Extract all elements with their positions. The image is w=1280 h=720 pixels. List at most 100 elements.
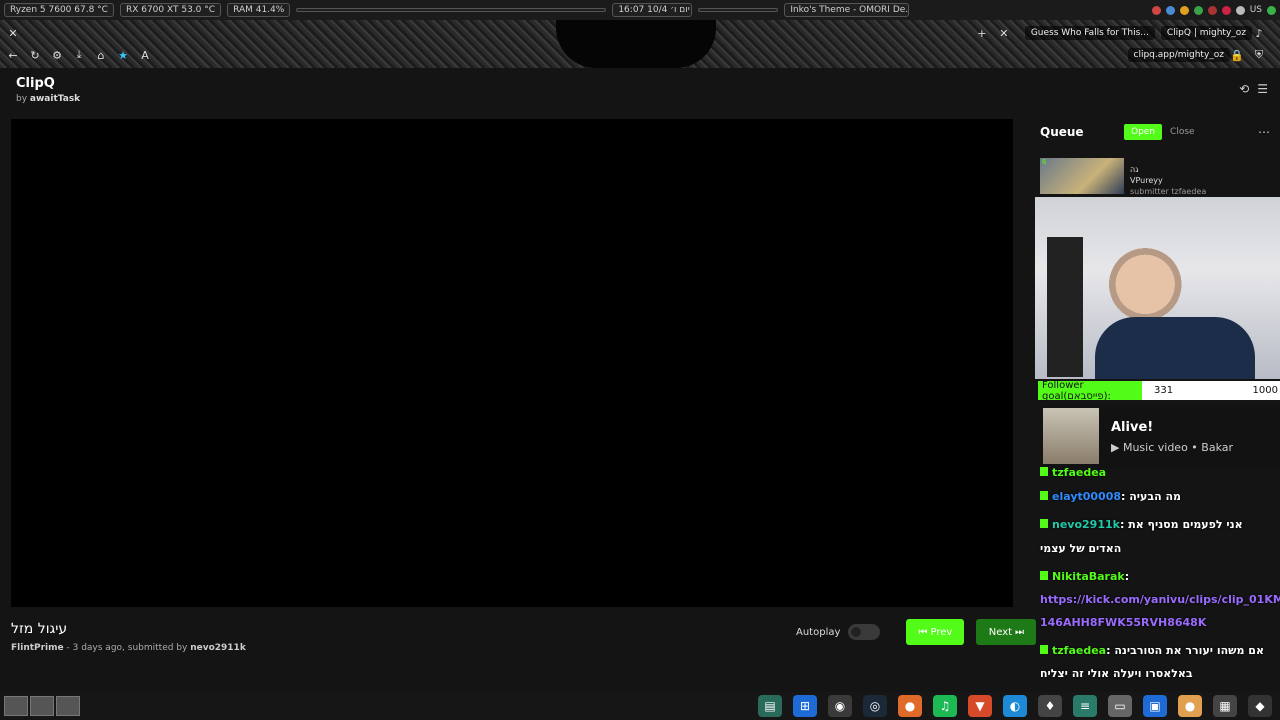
settings-sliders-icon[interactable]: ☰ <box>1257 82 1268 96</box>
folder-icon[interactable]: ▭ <box>1108 695 1132 717</box>
address-bar[interactable]: clipq.app/mighty_oz <box>1127 48 1230 62</box>
app-icon[interactable]: ● <box>1178 695 1202 717</box>
app-icon[interactable]: ♦ <box>1038 695 1062 717</box>
system-icon[interactable]: ◆ <box>1248 695 1272 717</box>
tab-close-icon[interactable]: ✕ <box>997 26 1011 40</box>
history-icon[interactable]: ⟲ <box>1239 82 1249 96</box>
browser-chrome: ✕ + ✕ Guess Who Falls for This... ClipQ … <box>0 20 1280 68</box>
kick-badge-icon <box>1040 645 1048 654</box>
download-icon[interactable]: ⤓ <box>72 48 86 62</box>
extension-icon[interactable]: ⌂ <box>94 48 108 62</box>
tray-icon[interactable] <box>1235 5 1245 15</box>
next-button[interactable]: Next ⏭ <box>976 619 1037 645</box>
queue-item-title: גה <box>1130 165 1139 174</box>
app-icon[interactable]: ▦ <box>1213 695 1237 717</box>
skip-back-icon: ⏮ <box>918 626 928 638</box>
queue-title: Queue <box>1040 125 1084 139</box>
gpu-monitor: RX 6700 XT 53.0 °C <box>119 3 222 17</box>
workspace-bar[interactable] <box>296 8 607 12</box>
autoplay-label: Autoplay <box>796 626 841 638</box>
brave-icon[interactable]: ▼ <box>968 695 992 717</box>
browser-tab-active[interactable]: ClipQ | mighty_oz <box>1160 26 1252 40</box>
more-options-icon[interactable]: ⋯ <box>1258 125 1270 139</box>
settings-icon[interactable]: ⚙ <box>50 48 64 62</box>
goal-max: 1000 <box>1252 385 1278 396</box>
new-tab-icon[interactable]: + <box>975 26 989 40</box>
clip-channel[interactable]: FlintPrime <box>11 643 64 653</box>
chat-message: tzfaedea: אם משהו יעורר את הטורבינה <box>1040 644 1264 657</box>
chat-message: elayt00008: מה הבעיה <box>1040 490 1181 503</box>
speaker-icon[interactable]: ♪ <box>1252 26 1266 40</box>
webcam-overlay <box>1035 197 1280 379</box>
clock[interactable]: 16:07 יום ו׳ 10/4 <box>612 3 693 17</box>
app-header: ClipQ by awaitTask ⟲ ☰ <box>0 70 1280 110</box>
video-player[interactable] <box>11 119 1013 607</box>
goal-value: 331 <box>1154 385 1174 396</box>
tray-icon[interactable] <box>1207 5 1217 15</box>
music-title: Alive! <box>1111 420 1154 435</box>
app-title[interactable]: ClipQ <box>16 76 55 91</box>
tray-icon[interactable] <box>1151 5 1161 15</box>
album-art <box>1043 408 1099 464</box>
store-icon[interactable]: ▣ <box>1143 695 1167 717</box>
mic-arm <box>1047 237 1083 377</box>
close-icon[interactable]: ✕ <box>6 26 20 40</box>
firefox-icon[interactable]: ● <box>898 695 922 717</box>
autoplay-toggle[interactable] <box>848 624 881 640</box>
tray-icon[interactable] <box>1221 5 1231 15</box>
chat-message: האדים של עצמי <box>1040 542 1121 555</box>
queue-close-button[interactable]: Close <box>1162 124 1203 140</box>
workspace-preview[interactable] <box>4 696 28 716</box>
queue-open-button[interactable]: Open <box>1124 124 1163 140</box>
layers-icon[interactable]: ≡ <box>1073 695 1097 717</box>
queue-thumbnail <box>1040 158 1124 194</box>
byline-prefix: by <box>16 94 28 104</box>
active-window-title[interactable]: Inko's Theme - OMORI De... <box>784 3 910 17</box>
spotify-icon[interactable]: ♫ <box>933 695 957 717</box>
ram-monitor: RAM 41.4% <box>227 3 291 17</box>
chat-message: tzfaedea <box>1040 466 1106 479</box>
kick-badge-icon <box>1040 571 1048 580</box>
chat-text: : מה הבעיה <box>1121 490 1181 503</box>
workspace-indicator[interactable] <box>698 8 779 12</box>
lock-icon: 🔒 <box>1230 48 1244 62</box>
now-playing-widget: Alive! ▶ Music video • Bakar <box>1043 406 1280 468</box>
clip-submitter[interactable]: nevo2911k <box>190 643 246 653</box>
prev-button[interactable]: ⏮ Prev <box>906 619 965 645</box>
chat-link[interactable]: 146AHH8FWK55RVH8648K <box>1040 616 1206 629</box>
translate-icon[interactable]: A <box>138 48 152 62</box>
shield-icon[interactable]: ⛨ <box>1252 48 1266 62</box>
tray-icon[interactable] <box>1193 5 1203 15</box>
goal-label: Follower goal(פייסבאם): <box>1038 380 1142 402</box>
browser-icon[interactable]: ◐ <box>1003 695 1027 717</box>
workspace-preview[interactable] <box>30 696 54 716</box>
music-subtitle-text: Music video • Bakar <box>1122 441 1234 454</box>
webcam-person <box>1095 317 1255 379</box>
workspace-preview[interactable] <box>56 696 80 716</box>
queue-item-number: 6 <box>1042 158 1047 166</box>
tray-icon[interactable] <box>1267 5 1276 15</box>
kick-badge-icon <box>1040 519 1048 528</box>
reload-icon[interactable]: ↻ <box>28 48 42 62</box>
star-icon[interactable]: ★ <box>116 48 130 62</box>
browser-tab[interactable]: Guess Who Falls for This... <box>1024 26 1155 40</box>
terminal-icon[interactable]: ▤ <box>758 695 782 717</box>
byline-author[interactable]: awaitTask <box>30 94 80 104</box>
queue-item[interactable]: 6 גה VPureyy submitter tzfaedea <box>1040 158 1270 200</box>
steam-icon[interactable]: ◎ <box>863 695 887 717</box>
workspace-previews <box>4 696 80 716</box>
playback-controls: Autoplay ⏮ Prev Next ⏭ <box>796 619 1037 645</box>
system-tray: US <box>1151 5 1276 15</box>
tray-icon[interactable] <box>1165 5 1175 15</box>
follower-goal: Follower goal(פייסבאם): 331 1000 <box>1038 380 1280 402</box>
keyboard-layout[interactable]: US <box>1250 5 1262 15</box>
windows-icon[interactable]: ⊞ <box>793 695 817 717</box>
clip-meta: FlintPrime - 3 days ago, submitted by ne… <box>11 643 246 653</box>
cpu-monitor: Ryzen 5 7600 67.8 °C <box>4 3 114 17</box>
back-icon[interactable]: ← <box>6 48 20 62</box>
clip-meta-text: - 3 days ago, submitted by <box>63 643 191 653</box>
tray-icon[interactable] <box>1179 5 1189 15</box>
chat-link[interactable]: https://kick.com/yanivu/clips/clip_01KMZ… <box>1040 593 1280 606</box>
discord-icon[interactable]: ◉ <box>828 695 852 717</box>
queue-item-submitter: submitter tzfaedea <box>1130 187 1207 196</box>
